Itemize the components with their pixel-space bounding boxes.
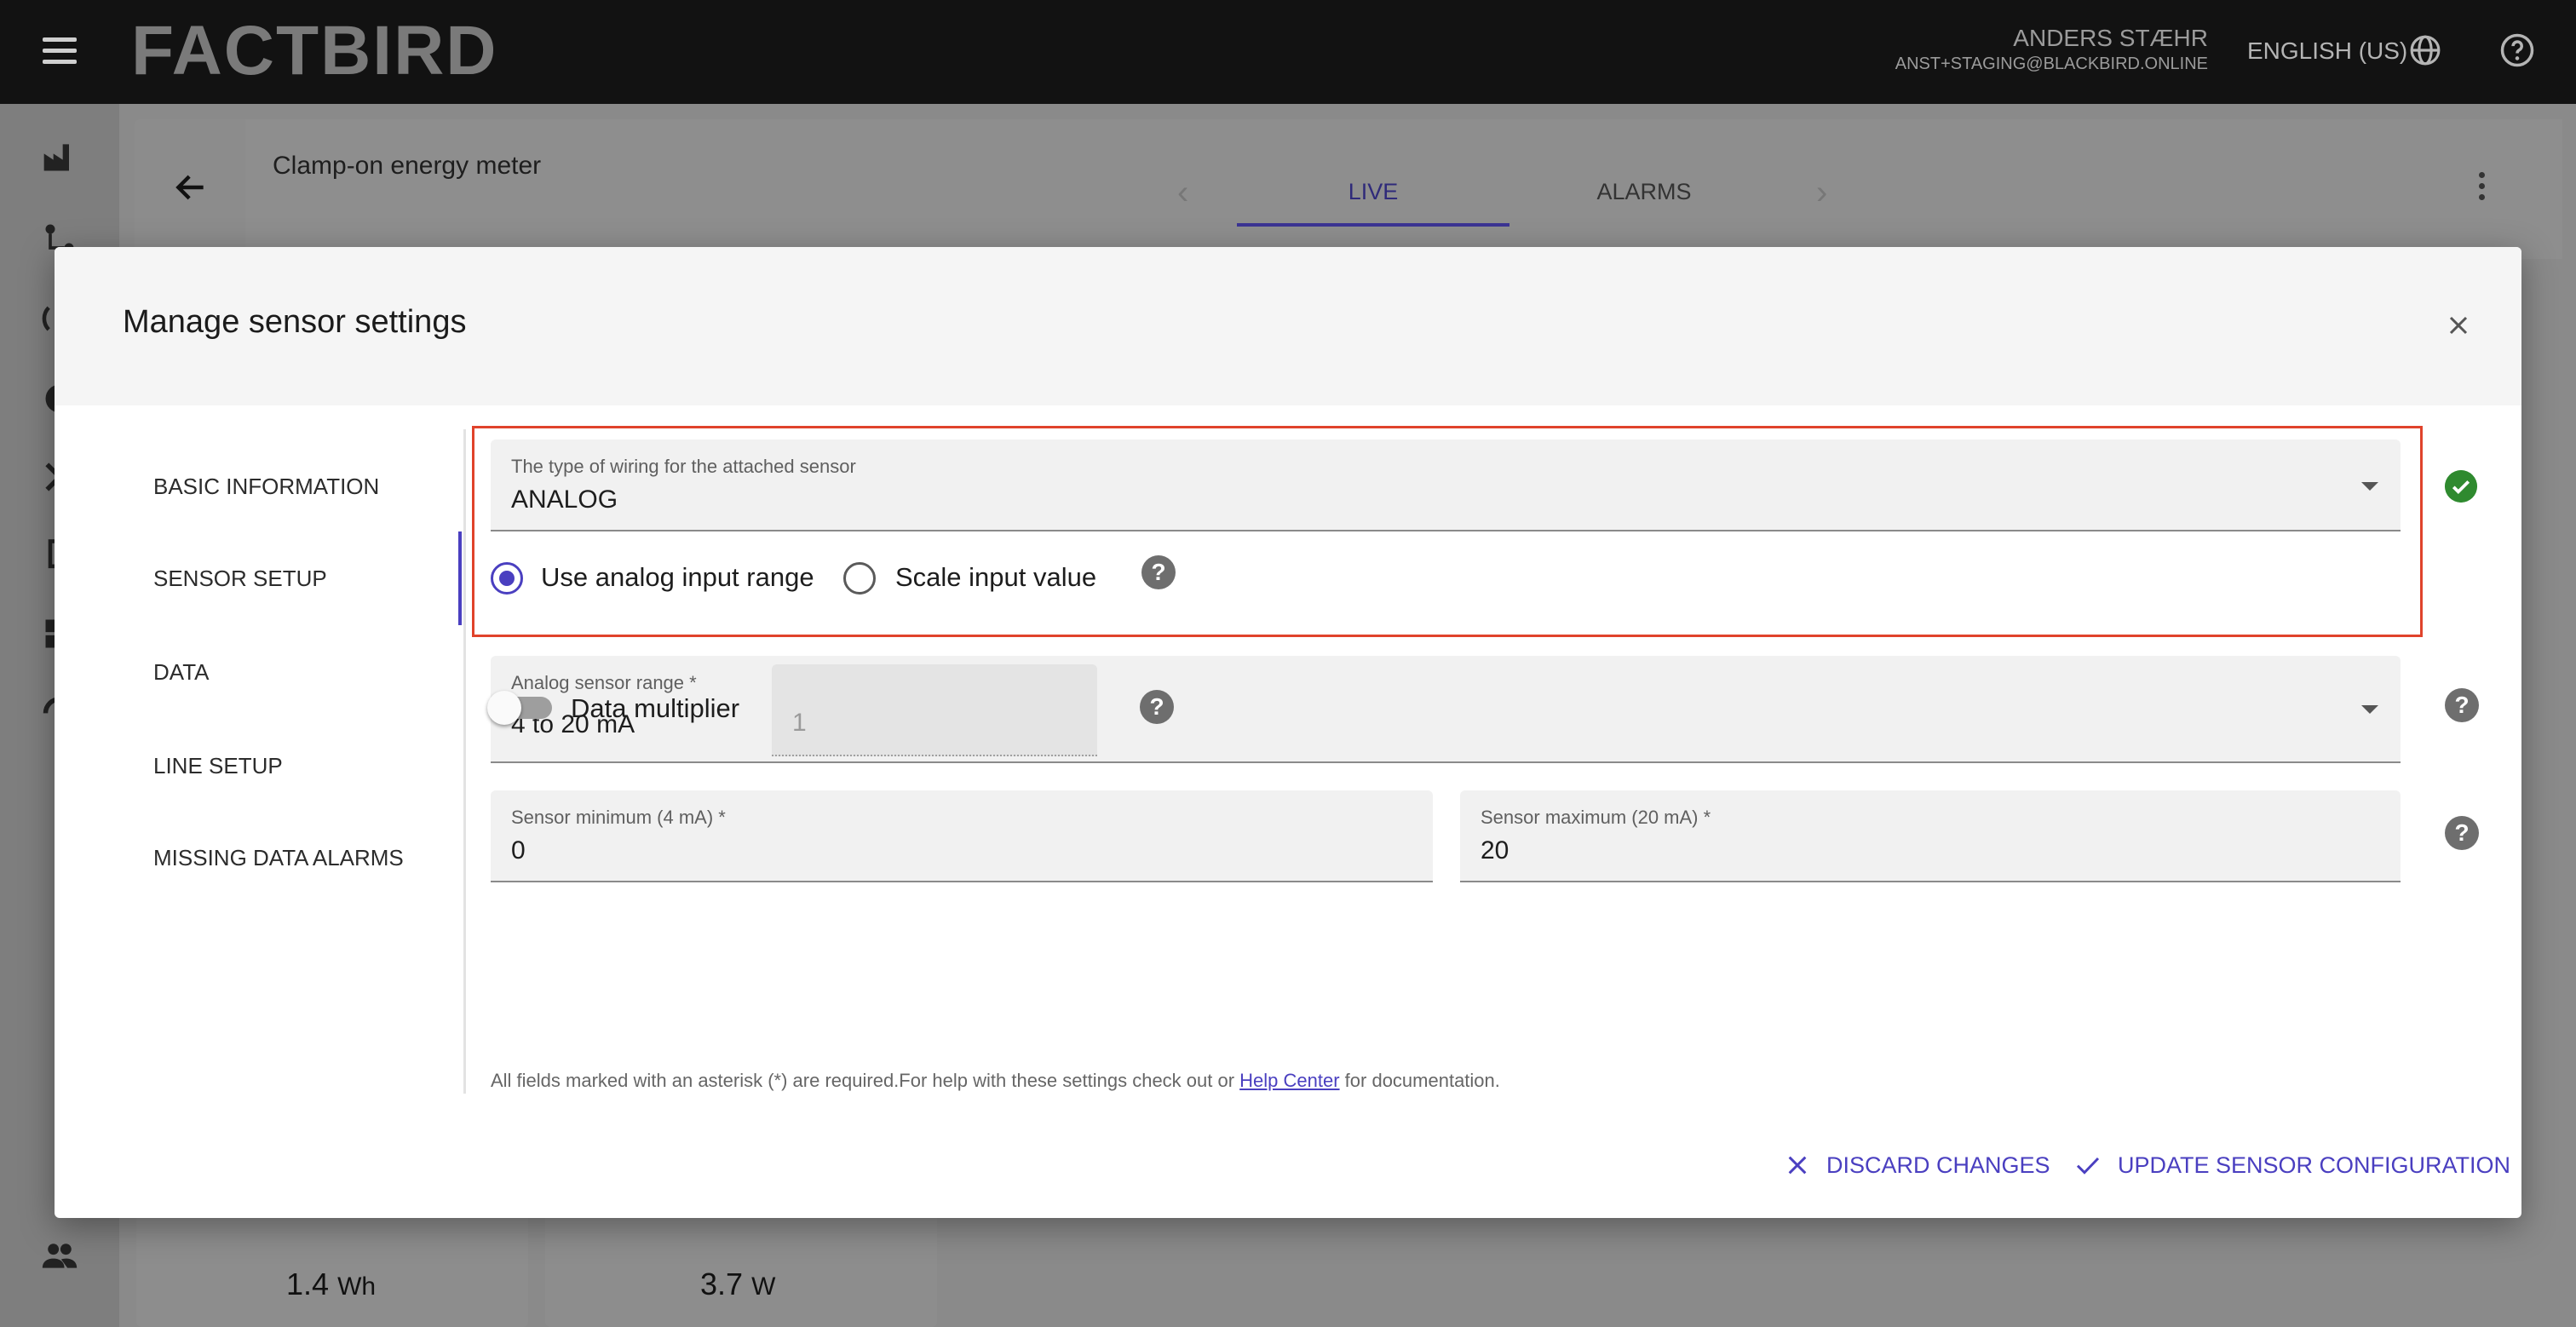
footnote-text: All fields marked with an asterisk (*) a… <box>491 1070 1240 1091</box>
app-logo[interactable]: FACTBIRD <box>131 12 498 90</box>
user-name: ANDERS STÆHR <box>2013 25 2208 51</box>
sensor-maximum-field[interactable]: Sensor maximum (20 mA) * 20 <box>1460 790 2401 882</box>
user-email: ANST+STAGING@BLACKBIRD.ONLINE <box>1895 55 2208 73</box>
chevron-right-icon[interactable]: › <box>1816 175 1827 210</box>
power-number: 3.7 <box>700 1267 744 1301</box>
language-selector[interactable]: ENGLISH (US) <box>2247 36 2407 66</box>
help-icon[interactable]: ? <box>1140 690 1174 724</box>
sensor-minimum-field[interactable]: Sensor minimum (4 mA) * 0 <box>491 790 1433 882</box>
power-value: 3.7 W <box>700 1266 775 1306</box>
discard-changes-button[interactable]: DISCARD CHANGES <box>1784 1150 2050 1181</box>
dropdown-arrow-icon <box>2361 705 2378 714</box>
data-multiplier-input: 1 <box>772 664 1097 756</box>
check-icon <box>2076 1157 2100 1175</box>
update-sensor-configuration-button[interactable]: UPDATE SENSOR CONFIGURATION <box>2073 1150 2510 1181</box>
data-multiplier-label: Data multiplier <box>571 693 740 723</box>
energy-value: 1.4 Wh <box>286 1266 376 1306</box>
help-circle-icon[interactable] <box>2499 32 2535 68</box>
close-icon[interactable] <box>2443 310 2474 341</box>
factory-icon[interactable] <box>41 138 78 175</box>
wiring-type-select[interactable]: The type of wiring for the attached sens… <box>491 439 2401 531</box>
help-icon[interactable]: ? <box>1141 555 1176 589</box>
footnote-text-end: for documentation. <box>1339 1070 1500 1091</box>
nav-data[interactable]: DATA <box>153 658 209 686</box>
discard-changes-label: DISCARD CHANGES <box>1826 1152 2050 1178</box>
energy-unit: Wh <box>337 1272 377 1301</box>
globe-icon[interactable] <box>2409 34 2441 66</box>
wiring-type-value: ANALOG <box>511 485 618 514</box>
people-icon[interactable] <box>41 1237 78 1274</box>
update-sensor-configuration-label: UPDATE SENSOR CONFIGURATION <box>2118 1152 2511 1178</box>
energy-number: 1.4 <box>286 1267 330 1301</box>
radio-analog-input-range[interactable] <box>491 562 523 595</box>
power-unit: W <box>751 1272 776 1301</box>
help-icon[interactable]: ? <box>2445 816 2479 850</box>
manage-sensor-dialog: Manage sensor settings BASIC INFORMATION… <box>55 247 2521 1218</box>
nav-basic-information[interactable]: BASIC INFORMATION <box>153 472 379 501</box>
page-title: Clamp-on energy meter <box>273 152 542 180</box>
nav-missing-data-alarms[interactable]: MISSING DATA ALARMS <box>153 843 404 872</box>
dialog-header: Manage sensor settings <box>55 247 2521 405</box>
top-app-bar: FACTBIRD ANDERS STÆHR ANST+STAGING@BLACK… <box>0 0 2576 104</box>
sensor-minimum-label: Sensor minimum (4 mA) * <box>511 807 726 828</box>
tab-live[interactable]: LIVE <box>1237 172 1509 227</box>
dropdown-arrow-icon <box>2361 482 2378 491</box>
tab-alarms[interactable]: ALARMS <box>1508 172 1780 211</box>
radio-analog-input-range-label[interactable]: Use analog input range <box>541 560 814 595</box>
nav-sensor-setup[interactable]: SENSOR SETUP <box>153 564 327 593</box>
help-center-link[interactable]: Help Center <box>1239 1070 1339 1091</box>
radio-scale-input-value-label[interactable]: Scale input value <box>895 560 1096 595</box>
close-icon <box>1788 1156 1807 1175</box>
nav-active-indicator <box>458 531 462 625</box>
sensor-maximum-value: 20 <box>1481 836 1509 865</box>
dialog-title: Manage sensor settings <box>123 304 467 340</box>
sensor-maximum-label: Sensor maximum (20 mA) * <box>1481 807 1711 828</box>
menu-icon[interactable] <box>43 37 77 65</box>
nav-divider <box>463 429 466 1094</box>
required-fields-note: All fields marked with an asterisk (*) a… <box>491 1068 1500 1094</box>
data-multiplier-toggle[interactable] <box>487 691 521 725</box>
more-vert-icon[interactable] <box>2470 172 2493 206</box>
sensor-minimum-value: 0 <box>511 836 526 865</box>
check-circle-icon <box>2445 470 2477 503</box>
wiring-type-label: The type of wiring for the attached sens… <box>511 456 856 477</box>
data-multiplier-value: 1 <box>792 709 807 737</box>
nav-line-setup[interactable]: LINE SETUP <box>153 751 283 780</box>
user-info[interactable]: ANDERS STÆHR ANST+STAGING@BLACKBIRD.ONLI… <box>1895 24 2208 75</box>
help-icon[interactable]: ? <box>2445 688 2479 722</box>
back-arrow-icon[interactable] <box>172 169 210 206</box>
radio-scale-input-value[interactable] <box>843 562 876 595</box>
chevron-left-icon[interactable]: ‹ <box>1177 175 1188 210</box>
